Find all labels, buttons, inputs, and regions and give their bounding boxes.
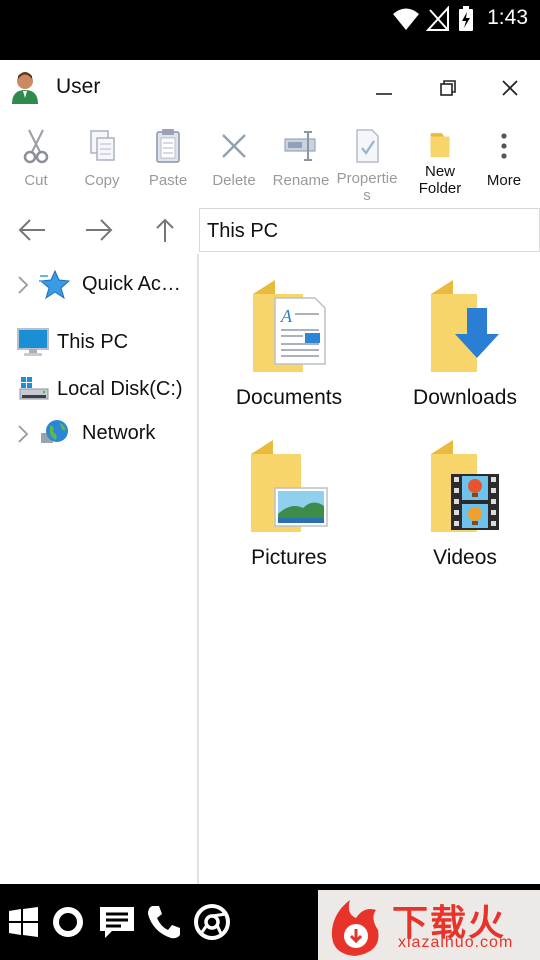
status-bar: 1:43	[0, 0, 540, 60]
folder-label: Videos	[433, 546, 497, 569]
window-title: User	[56, 75, 101, 98]
clock: 1:43	[487, 6, 528, 29]
more-label: More	[486, 172, 522, 189]
delete-button[interactable]: Delete	[201, 126, 267, 189]
chevron-right-icon[interactable]	[16, 274, 30, 296]
navigation-bar: This PC	[0, 206, 540, 254]
back-arrow-icon[interactable]	[15, 212, 51, 248]
rename-button[interactable]: Rename	[268, 126, 334, 189]
chevron-right-icon[interactable]	[16, 423, 30, 445]
paste-button[interactable]: Paste	[135, 126, 201, 189]
downloads-folder-icon	[431, 280, 499, 372]
new-folder-label: New Folder	[418, 163, 462, 197]
copy-label: Copy	[84, 172, 120, 189]
ribbon-toolbar: Cut Copy Paste Delete Rename Properties …	[0, 116, 540, 206]
more-button[interactable]: More	[471, 126, 537, 189]
phone-icon[interactable]	[144, 902, 184, 942]
properties-icon	[356, 129, 379, 163]
fire-logo-icon	[331, 900, 379, 956]
pictures-folder-icon	[251, 440, 328, 532]
window-title-bar: User	[0, 60, 540, 116]
forward-arrow-icon[interactable]	[80, 212, 116, 248]
sidebar-item-label: Network	[82, 422, 156, 444]
sidebar-item-label: Local Disk(C:)	[57, 378, 183, 400]
sidebar-item-this-pc[interactable]: This PC	[0, 322, 199, 362]
drive-icon	[19, 377, 49, 400]
sidebar-item-network[interactable]: Network	[0, 413, 199, 453]
folder-downloads[interactable]: Downloads	[377, 262, 540, 412]
chrome-icon[interactable]	[192, 902, 232, 942]
no-signal-icon	[426, 6, 449, 31]
sidebar-item-label: Quick Ac…	[82, 273, 181, 295]
close-icon[interactable]	[490, 68, 530, 108]
folder-label: Pictures	[251, 546, 327, 569]
taskbar: 下载火 xiazaihuo.com	[0, 884, 540, 960]
folder-pictures[interactable]: Pictures	[201, 422, 377, 572]
properties-button[interactable]: Properties	[334, 126, 400, 204]
windows-icon[interactable]	[4, 902, 44, 942]
delete-icon	[222, 134, 246, 158]
sidebar-item-quick-access[interactable]: Quick Ac…	[0, 264, 199, 304]
paste-icon	[156, 129, 180, 163]
folder-grid: A Documents Downloads Pictures Videos	[201, 254, 540, 884]
cut-button[interactable]: Cut	[3, 126, 69, 189]
folder-label: Documents	[235, 386, 343, 409]
wifi-icon	[393, 8, 419, 30]
navigation-pane: Quick Ac… This PC Local Disk(C:) Network	[0, 254, 199, 884]
globe-icon	[41, 420, 68, 443]
address-path: This PC	[207, 220, 279, 242]
rename-label: Rename	[272, 172, 330, 189]
cut-label: Cut	[24, 172, 48, 189]
minimize-icon[interactable]	[364, 68, 404, 108]
copy-button[interactable]: Copy	[69, 126, 135, 189]
message-icon[interactable]	[97, 902, 137, 942]
restore-icon[interactable]	[428, 68, 468, 108]
new-folder-button[interactable]: New Folder	[407, 126, 473, 197]
delete-label: Delete	[212, 172, 256, 189]
copy-icon	[90, 130, 115, 161]
monitor-icon	[17, 328, 49, 356]
rename-icon	[284, 131, 316, 161]
sidebar-item-local-disk[interactable]: Local Disk(C:)	[0, 369, 199, 409]
star-icon	[39, 269, 71, 300]
new-folder-icon	[430, 133, 450, 157]
folder-videos[interactable]: Videos	[377, 422, 540, 572]
folder-label: Downloads	[413, 386, 517, 409]
search-circle-icon[interactable]	[48, 902, 88, 942]
watermark: 下载火 xiazaihuo.com	[318, 890, 540, 960]
documents-folder-icon: A	[253, 280, 326, 372]
more-icon	[501, 133, 507, 159]
svg-text:A: A	[280, 306, 293, 326]
sidebar-item-label: This PC	[57, 331, 129, 353]
address-bar[interactable]: This PC	[199, 208, 540, 252]
user-avatar-icon	[12, 72, 38, 104]
videos-folder-icon	[431, 440, 499, 532]
up-arrow-icon[interactable]	[147, 212, 183, 248]
scissors-icon	[23, 129, 49, 164]
properties-label: Properties	[336, 170, 398, 204]
battery-charging-icon	[459, 6, 473, 31]
folder-documents[interactable]: A Documents	[201, 262, 377, 412]
watermark-url: xiazaihuo.com	[398, 934, 514, 951]
paste-label: Paste	[148, 172, 188, 189]
